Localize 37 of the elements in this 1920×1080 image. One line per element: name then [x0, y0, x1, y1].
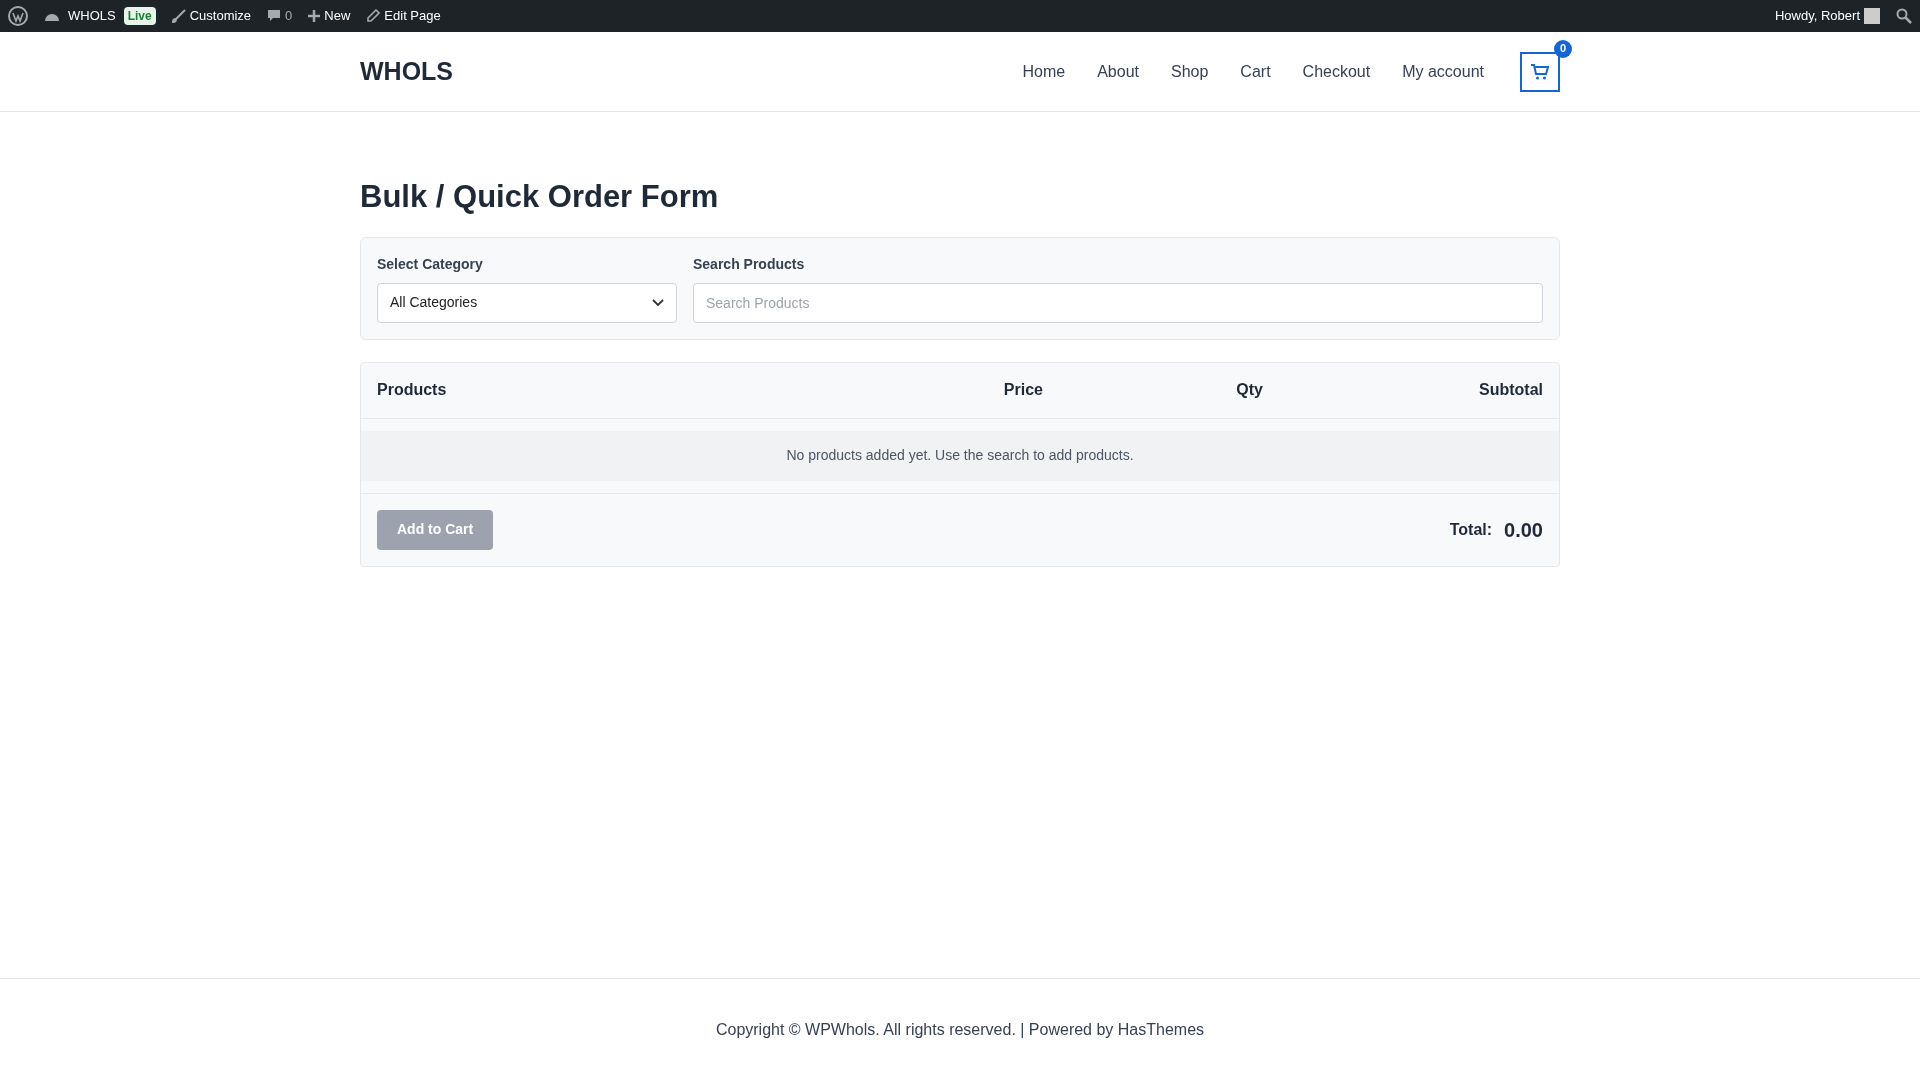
- page-title: Bulk / Quick Order Form: [360, 178, 720, 216]
- search-field[interactable]: Search Products: [693, 282, 1543, 323]
- total-value: 0.00: [1504, 517, 1543, 543]
- cart-button[interactable]: [1520, 51, 1560, 92]
- nav-link[interactable]: Shop: [1171, 59, 1209, 84]
- nav-link[interactable]: About: [1097, 59, 1139, 84]
- comment-icon: [267, 9, 282, 23]
- greeting-link[interactable]: Howdy, Robert: [1775, 6, 1860, 26]
- cart-count-badge: 0: [1554, 39, 1572, 58]
- plus-icon: [308, 10, 321, 22]
- empty-message: No products added yet. Use the search to add products.: [361, 430, 1559, 481]
- nav-link[interactable]: Checkout: [1302, 59, 1371, 84]
- nav-link[interactable]: Cart: [1240, 59, 1271, 84]
- column-header: Qty: [1236, 381, 1263, 398]
- search-icon[interactable]: [1896, 8, 1912, 24]
- customize-link[interactable]: Customize: [189, 6, 252, 26]
- copyright-text: Copyright © WPWhols. All rights reserved. | Powered by HasThemes: [715, 1019, 1205, 1040]
- search-label: Search Products: [693, 254, 806, 274]
- site-name-link[interactable]: WHOLS: [68, 6, 116, 26]
- total-label: Total:: [1449, 519, 1493, 540]
- brush-icon: [171, 9, 186, 23]
- logo-icon[interactable]: [8, 6, 28, 26]
- cart-icon: [1531, 63, 1549, 80]
- site-logo[interactable]: WHOLS: [360, 52, 454, 91]
- edit-page-link[interactable]: Edit Page: [384, 6, 441, 26]
- nav-link[interactable]: Home: [1022, 59, 1066, 84]
- category-label: Select Category: [377, 254, 484, 274]
- column-header: Price: [1003, 381, 1043, 398]
- comment-count[interactable]: 0: [285, 6, 293, 26]
- live-badge: Live: [123, 7, 156, 25]
- nav-link[interactable]: My account: [1402, 59, 1484, 84]
- column-header: Products: [377, 381, 447, 398]
- column-header: Subtotal: [1479, 381, 1543, 398]
- category-dropdown[interactable]: All Categories: [377, 282, 677, 323]
- new-link[interactable]: New: [324, 6, 351, 26]
- chevron-down-icon: [652, 298, 664, 307]
- pencil-icon: [366, 9, 381, 23]
